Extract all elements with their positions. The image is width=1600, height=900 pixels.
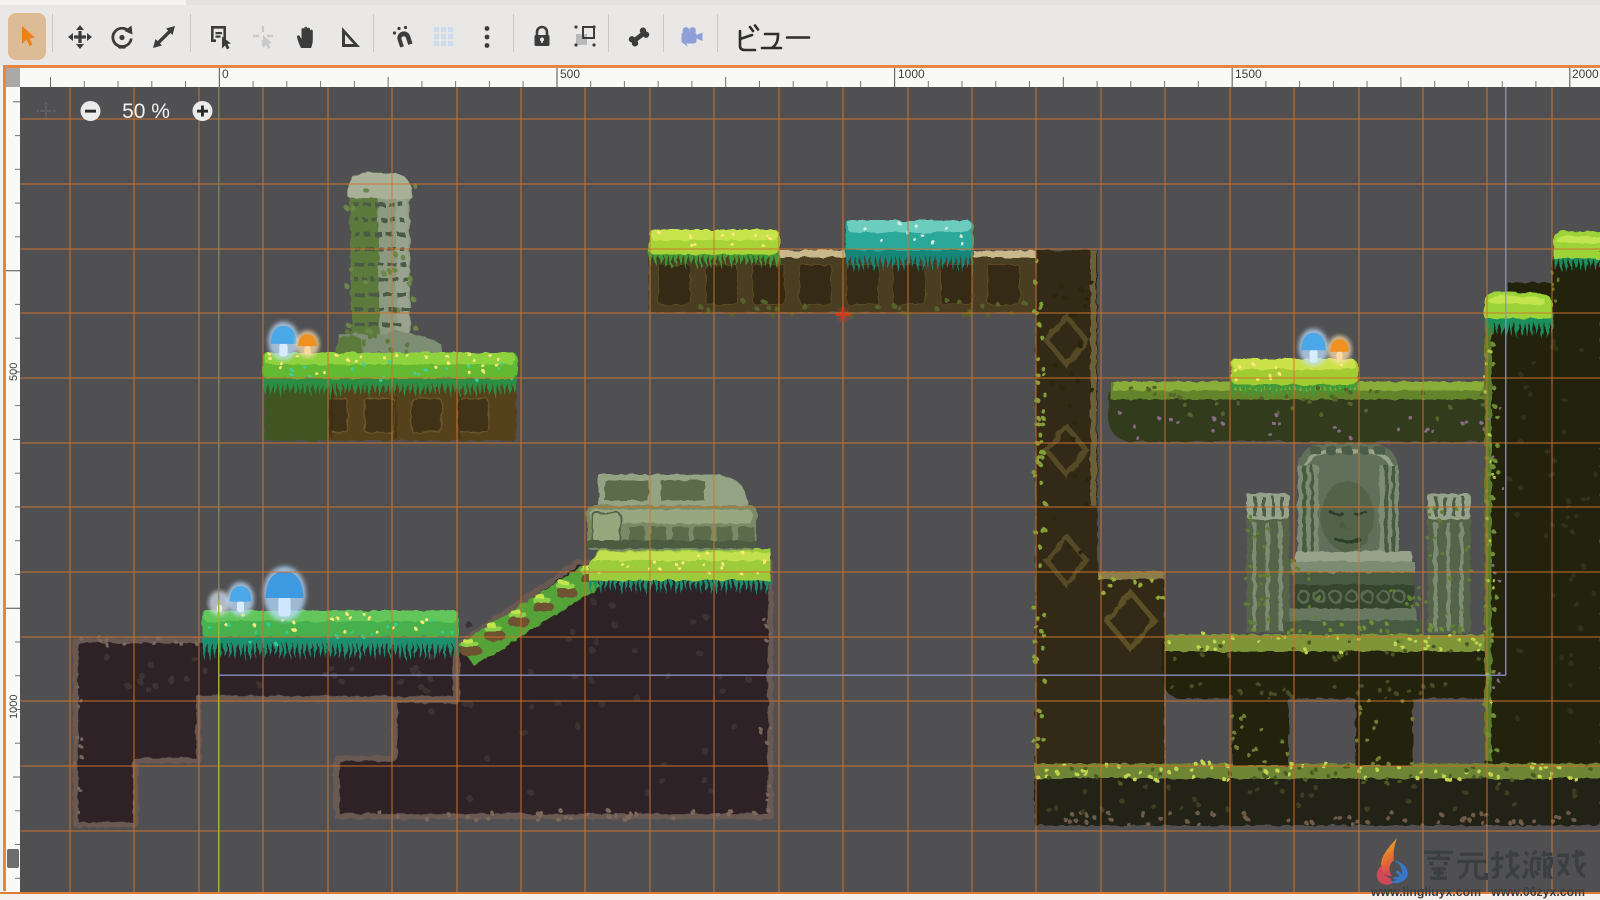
svg-text:www.lingliuyx.com www.06zyx.: www.lingliuyx.com www.06zyx.com <box>1370 885 1585 899</box>
svg-text:500: 500 <box>8 362 20 380</box>
svg-text:50 %: 50 % <box>122 100 170 123</box>
svg-text:1000: 1000 <box>8 694 20 718</box>
